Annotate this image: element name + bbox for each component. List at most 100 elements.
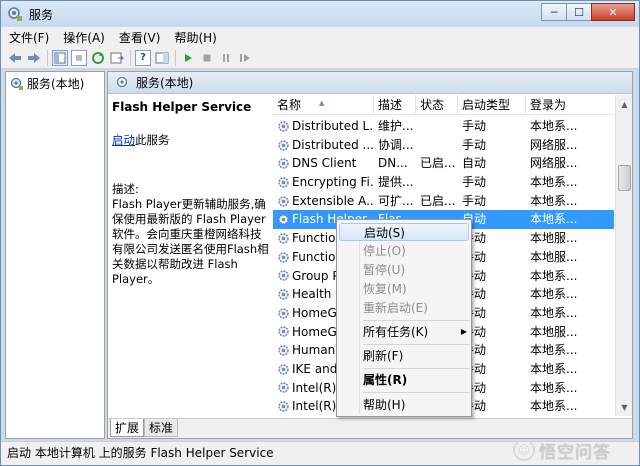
nav-item-services-local[interactable]: 服务(本地): [10, 75, 84, 92]
forward-arrow-icon[interactable]: [26, 50, 42, 66]
back-arrow-icon[interactable]: [7, 50, 23, 66]
menu-separator: [363, 368, 469, 369]
menu-bar: 文件(F) 操作(A) 查看(V) 帮助(H): [1, 27, 639, 47]
menu-item-restart[interactable]: 重新启动(E): [363, 299, 428, 317]
service-name-cell: Extensible A...: [273, 192, 374, 211]
service-startup-type-cell: 自动: [462, 156, 487, 171]
service-logon-cell: 本地系...: [530, 380, 578, 395]
pause-service-icon[interactable]: [218, 50, 234, 66]
service-gear-icon: [278, 401, 289, 412]
vertical-scrollbar[interactable]: ▲ ▼: [615, 95, 632, 416]
tab-extended[interactable]: 扩展: [110, 419, 145, 437]
menu-item-resume[interactable]: 恢复(M): [363, 280, 407, 298]
service-gear-icon: [278, 364, 289, 375]
start-service-link[interactable]: 启动: [112, 133, 135, 147]
minimize-button[interactable]: ─: [541, 3, 567, 21]
scroll-down-icon[interactable]: ▼: [617, 399, 632, 415]
toolbar-separator: [175, 49, 176, 66]
service-gear-icon: [278, 382, 289, 394]
properties-sheet-icon[interactable]: [71, 49, 87, 66]
service-logon-cell: 本地系...: [530, 361, 578, 376]
tab-standard[interactable]: 标准: [144, 419, 179, 437]
start-service-icon[interactable]: [180, 50, 196, 66]
toolbar-separator: [47, 49, 48, 66]
export-list-icon[interactable]: [109, 50, 125, 66]
table-row[interactable]: Distributed ... 协调... 手动 网络服...: [273, 136, 614, 155]
table-row[interactable]: Distributed L... 维护... 手动 本地系...: [273, 117, 614, 136]
extended-description-pane: Flash Helper Service 启动此服务 描述: Flash Pla…: [108, 95, 272, 415]
title-bar[interactable]: 服务 ─ ☐ ✕: [1, 1, 639, 27]
window-controls: ─ ☐ ✕: [541, 3, 635, 21]
service-logon-cell: 本地服...: [530, 324, 578, 339]
scroll-up-icon[interactable]: ▲: [617, 96, 632, 112]
column-headers: ▲ 名称 描述 状态 启动类型 登录为: [273, 95, 614, 115]
menu-item-all-tasks[interactable]: 所有任务(K) ▶: [363, 323, 467, 341]
watermark-text: 悟空问答: [539, 442, 611, 463]
menu-item-start[interactable]: 启动(S): [339, 223, 469, 241]
service-logon-cell: 网络服...: [530, 137, 578, 152]
service-gear-icon: [278, 251, 289, 263]
service-logon-cell: 本地系...: [530, 268, 578, 283]
show-hide-icon[interactable]: [154, 50, 170, 66]
watermark-logo-icon: ☺: [513, 439, 535, 461]
refresh-icon[interactable]: [90, 50, 106, 66]
column-header-log-on-as[interactable]: 登录为: [526, 95, 614, 114]
maximize-button[interactable]: ☐: [566, 3, 592, 21]
service-logon-cell: 本地服...: [530, 231, 578, 246]
start-service-suffix: 此服务: [135, 133, 170, 147]
selected-service-name: Flash Helper Service: [112, 100, 252, 114]
service-name-cell: DNS Client: [273, 154, 374, 173]
service-gear-icon: [278, 233, 289, 244]
column-header-status[interactable]: 状态: [416, 95, 458, 114]
details-header-title: 服务(本地): [136, 76, 194, 90]
column-header-name[interactable]: ▲ 名称: [273, 95, 374, 114]
service-gear-icon: [278, 177, 289, 188]
service-gear-icon: [278, 158, 289, 169]
service-logon-cell: 本地系...: [530, 175, 578, 190]
service-gear-icon: [278, 195, 289, 207]
service-description-cell: DN...: [378, 156, 408, 171]
stop-service-icon[interactable]: [199, 50, 215, 66]
watermark: ☺ 悟空问答: [513, 437, 637, 463]
service-name: Distributed L...: [292, 119, 374, 133]
service-name: Distributed ...: [292, 137, 374, 152]
help-icon[interactable]: ?: [135, 49, 151, 66]
menu-help[interactable]: 帮助(H): [174, 29, 216, 46]
restart-service-icon[interactable]: [237, 50, 253, 66]
sort-ascending-icon: ▲: [319, 99, 325, 107]
menu-separator: [363, 344, 469, 345]
services-icon: [116, 76, 128, 87]
submenu-arrow-icon: ▶: [460, 327, 467, 336]
service-logon-cell: 本地系...: [530, 399, 578, 414]
service-gear-icon: [278, 139, 289, 151]
services-icon: [10, 77, 23, 90]
column-header-description[interactable]: 描述: [374, 95, 416, 114]
services-window: 服务 ─ ☐ ✕ 文件(F) 操作(A) 查看(V) 帮助(H) ? 服务(本地…: [0, 0, 640, 466]
table-row[interactable]: Encrypting Fi... 提供... 手动 本地系...: [273, 173, 614, 192]
menu-view[interactable]: 查看(V): [119, 29, 161, 46]
service-startup-type-cell: 手动: [462, 119, 487, 133]
service-status-cell: [416, 136, 458, 155]
menu-item-help[interactable]: 帮助(H): [363, 396, 405, 414]
console-tree-icon[interactable]: [52, 49, 68, 66]
scrollbar-thumb[interactable]: [618, 165, 631, 191]
menu-item-properties[interactable]: 属性(R): [363, 371, 407, 389]
services-app-icon: [8, 7, 22, 21]
menu-file[interactable]: 文件(F): [9, 29, 49, 46]
table-row[interactable]: Extensible A... 可扩... 已启... 手动 本地系...: [273, 192, 614, 211]
close-button[interactable]: ✕: [591, 3, 635, 21]
menu-item-refresh[interactable]: 刷新(F): [363, 347, 403, 365]
service-gear-icon: [278, 326, 289, 338]
menu-item-stop[interactable]: 停止(O): [363, 242, 406, 260]
table-row[interactable]: DNS Client DN... 已启... 自动 网络服...: [273, 154, 614, 173]
service-startup-type-cell: 手动: [462, 193, 487, 208]
service-name-cell: Distributed ...: [273, 136, 374, 155]
service-logon-cell: 本地系...: [530, 212, 578, 227]
service-name: Extensible A...: [292, 193, 374, 208]
menu-item-pause[interactable]: 暂停(U): [363, 261, 405, 279]
menu-separator: [363, 320, 469, 321]
menu-action[interactable]: 操作(A): [63, 29, 105, 46]
service-gear-icon: [278, 121, 289, 132]
service-logon-cell: 本地系...: [530, 193, 578, 208]
column-header-startup-type[interactable]: 启动类型: [458, 95, 526, 114]
